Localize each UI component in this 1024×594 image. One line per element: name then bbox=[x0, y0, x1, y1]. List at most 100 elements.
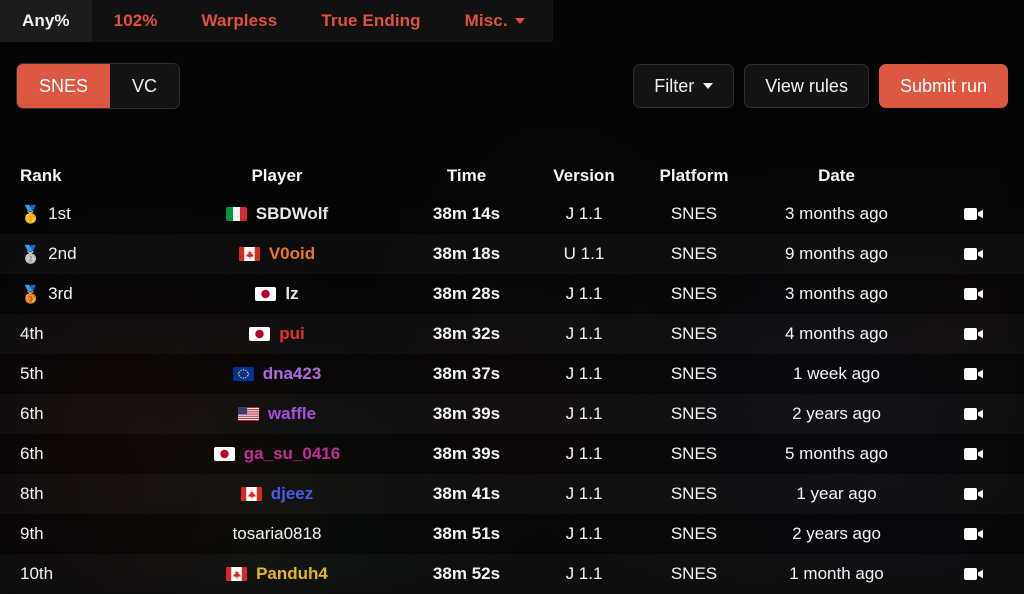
time-seconds: 18s bbox=[471, 244, 501, 263]
video-camera-icon[interactable] bbox=[924, 327, 1024, 341]
table-row[interactable]: 6th waffle 38m 39s J 1.1 SNES 2 years ago bbox=[0, 394, 1024, 434]
rank-label: 8th bbox=[20, 484, 44, 503]
time-seconds: 39s bbox=[471, 444, 501, 463]
player-name-link[interactable]: SBDWolf bbox=[256, 204, 328, 224]
player-name-link[interactable]: tosaria0818 bbox=[233, 524, 322, 544]
time-minutes: 38m bbox=[432, 244, 467, 263]
medal-bronze-icon: 🥉 bbox=[20, 284, 42, 304]
cell-time[interactable]: 38m 28s bbox=[404, 284, 529, 304]
leaderboard-page: Any% 102% Warpless True Ending Misc. SNES VC … bbox=[0, 0, 1024, 594]
rank-label: 3rd bbox=[48, 284, 73, 303]
table-row[interactable]: 10th Panduh4 38m 52s J 1.1 SNES 1 month ago bbox=[0, 554, 1024, 594]
cell-time[interactable]: 38m 14s bbox=[404, 204, 529, 224]
cell-rank: 8th bbox=[0, 484, 150, 504]
video-camera-icon[interactable] bbox=[924, 487, 1024, 501]
rank-label: 6th bbox=[20, 444, 44, 463]
platform-option-snes[interactable]: SNES bbox=[17, 64, 111, 108]
tab-true-ending[interactable]: True Ending bbox=[299, 0, 442, 42]
tab-label: Misc. bbox=[464, 11, 508, 30]
cell-version: J 1.1 bbox=[565, 284, 603, 303]
table-row[interactable]: 9th tosaria0818 38m 51s J 1.1 SNES 2 years ag… bbox=[0, 514, 1024, 554]
table-row[interactable]: 🥈 2nd V0oid 38m 18s U 1.1 SNES 9 months ago bbox=[0, 234, 1024, 274]
player-name-link[interactable]: waffle bbox=[268, 404, 316, 424]
tab-misc[interactable]: Misc. bbox=[443, 0, 547, 42]
player-name-link[interactable]: pui bbox=[279, 324, 305, 344]
time-minutes: 38m bbox=[432, 404, 467, 423]
player-name-link[interactable]: Panduh4 bbox=[256, 564, 328, 584]
cell-version: J 1.1 bbox=[565, 404, 603, 423]
time-seconds: 41s bbox=[471, 484, 501, 503]
cell-player: V0oid bbox=[150, 244, 404, 264]
cell-date: 3 months ago bbox=[784, 284, 888, 303]
tab-label: True Ending bbox=[321, 11, 421, 30]
rank-label: 10th bbox=[20, 564, 54, 583]
flag-canada-icon bbox=[240, 487, 262, 501]
table-row[interactable]: 6th ga_su_0416 38m 39s J 1.1 SNES 5 months ag… bbox=[0, 434, 1024, 474]
player-name-link[interactable]: dna423 bbox=[263, 364, 322, 384]
cell-rank: 10th bbox=[0, 564, 150, 584]
video-camera-icon[interactable] bbox=[924, 447, 1024, 461]
view-rules-button[interactable]: View rules bbox=[744, 64, 869, 108]
cell-player: djeez bbox=[150, 484, 404, 504]
platform-option-vc[interactable]: VC bbox=[110, 64, 180, 108]
cell-time[interactable]: 38m 51s bbox=[404, 524, 529, 544]
video-camera-icon[interactable] bbox=[924, 407, 1024, 421]
chevron-down-icon bbox=[514, 18, 525, 24]
time-minutes: 38m bbox=[432, 364, 467, 383]
cell-player: ga_su_0416 bbox=[150, 444, 404, 464]
cell-time[interactable]: 38m 32s bbox=[404, 324, 529, 344]
tab-label: Any% bbox=[22, 11, 70, 30]
cell-player: SBDWolf bbox=[150, 204, 404, 224]
video-camera-icon[interactable] bbox=[924, 207, 1024, 221]
cell-rank: 🥈 2nd bbox=[0, 244, 150, 264]
column-header-player[interactable]: Player bbox=[150, 166, 404, 186]
video-camera-icon[interactable] bbox=[924, 367, 1024, 381]
video-camera-icon[interactable] bbox=[924, 287, 1024, 301]
cell-rank: 6th bbox=[0, 404, 150, 424]
flag-japan-icon bbox=[249, 327, 271, 341]
video-camera-icon[interactable] bbox=[924, 247, 1024, 261]
video-camera-icon[interactable] bbox=[924, 567, 1024, 581]
cell-rank: 5th bbox=[0, 364, 150, 384]
player-name-link[interactable]: djeez bbox=[271, 484, 314, 504]
table-row[interactable]: 5th dna423 38m 37s J 1.1 SNES 1 week ago bbox=[0, 354, 1024, 394]
column-header-rank[interactable]: Rank bbox=[0, 166, 150, 186]
cell-time[interactable]: 38m 37s bbox=[404, 364, 529, 384]
table-row[interactable]: 🥇 1st SBDWolf 38m 14s J 1.1 SNES 3 months ago bbox=[0, 194, 1024, 234]
cell-time[interactable]: 38m 18s bbox=[404, 244, 529, 264]
cell-player: waffle bbox=[150, 404, 404, 424]
cell-date: 9 months ago bbox=[784, 244, 888, 263]
table-row[interactable]: 🥉 3rd lz 38m 28s J 1.1 SNES 3 months ago bbox=[0, 274, 1024, 314]
column-header-date[interactable]: Date bbox=[749, 166, 924, 186]
column-header-platform[interactable]: Platform bbox=[639, 166, 749, 186]
tab-102-percent[interactable]: 102% bbox=[92, 0, 180, 42]
video-camera-icon[interactable] bbox=[924, 527, 1024, 541]
cell-rank: 4th bbox=[0, 324, 150, 344]
cell-time[interactable]: 38m 39s bbox=[404, 444, 529, 464]
cell-time[interactable]: 38m 52s bbox=[404, 564, 529, 584]
tab-warpless[interactable]: Warpless bbox=[180, 0, 300, 42]
cell-platform: SNES bbox=[670, 324, 718, 343]
cell-platform: SNES bbox=[670, 244, 718, 263]
table-row[interactable]: 8th djeez 38m 41s J 1.1 SNES 1 year ago bbox=[0, 474, 1024, 514]
platform-filter-segmented-control: SNES VC bbox=[16, 63, 181, 109]
cell-time[interactable]: 38m 39s bbox=[404, 404, 529, 424]
submit-run-button[interactable]: Submit run bbox=[878, 64, 1008, 108]
time-seconds: 39s bbox=[471, 404, 501, 423]
medal-silver-icon: 🥈 bbox=[20, 244, 42, 264]
right-controls-group: Filter View rules Submit run bbox=[633, 64, 1008, 108]
cell-platform: SNES bbox=[670, 404, 718, 423]
filter-button[interactable]: Filter bbox=[633, 64, 735, 108]
table-row[interactable]: 4th pui 38m 32s J 1.1 SNES 4 months ago bbox=[0, 314, 1024, 354]
player-name-link[interactable]: ga_su_0416 bbox=[244, 444, 340, 464]
time-minutes: 38m bbox=[432, 484, 467, 503]
column-header-time[interactable]: Time bbox=[404, 166, 529, 186]
tab-any-percent[interactable]: Any% bbox=[0, 0, 92, 42]
cell-time[interactable]: 38m 41s bbox=[404, 484, 529, 504]
time-minutes: 38m bbox=[432, 284, 467, 303]
cell-platform: SNES bbox=[670, 524, 718, 543]
category-tab-bar: Any% 102% Warpless True Ending Misc. bbox=[0, 0, 553, 42]
player-name-link[interactable]: V0oid bbox=[269, 244, 315, 264]
player-name-link[interactable]: lz bbox=[285, 284, 298, 304]
column-header-version[interactable]: Version bbox=[529, 166, 639, 186]
